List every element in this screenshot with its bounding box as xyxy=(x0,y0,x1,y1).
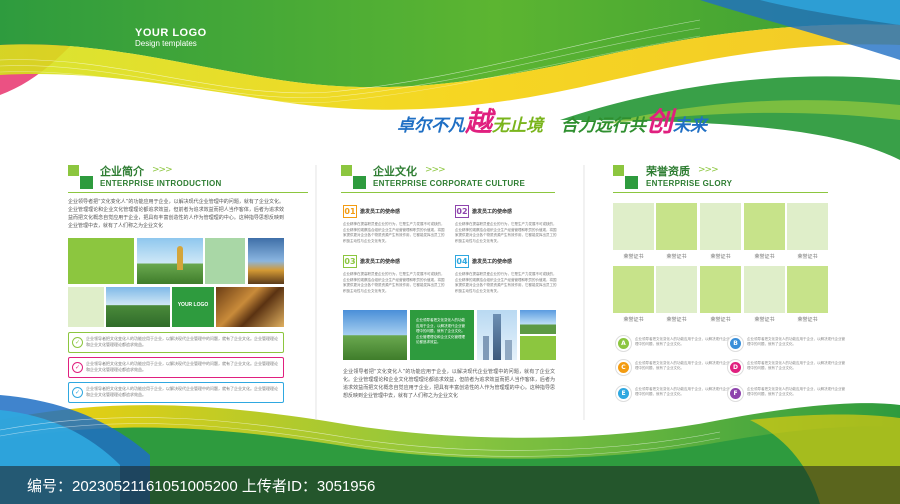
number-badge: 02 xyxy=(455,205,469,218)
logo-subtitle: Design templates xyxy=(135,39,197,48)
certificate-label: 荣誉证书 xyxy=(754,317,775,323)
section1-title: 企业简介 xyxy=(100,165,144,178)
certificate-placeholder xyxy=(744,266,785,313)
letter-badge-d: D xyxy=(730,362,741,373)
certificate-placeholder xyxy=(700,266,741,313)
feature-text: 企业领导者把文化变化人的功能应用于企业，以解决现代企业管理中的问题，就有了企业文… xyxy=(635,361,733,370)
certificate-label: 荣誉证书 xyxy=(666,317,687,323)
number-badge: 04 xyxy=(455,255,469,268)
item-title: 激发员工的使命感 xyxy=(472,209,513,215)
number-badge: 01 xyxy=(343,205,357,218)
photo-tower xyxy=(477,310,517,360)
row-text: 企业领导者把文化变化人的功能应用于企业，以解决现代企业管理中的问题，就有了企业文… xyxy=(86,386,278,397)
slogan-big1: 越 xyxy=(465,107,492,138)
section3-title: 荣誉资质 xyxy=(646,165,690,178)
slogan: 卓尔不凡越无止境 合力远行共创未来 xyxy=(397,100,707,139)
certificate-label: 荣誉证书 xyxy=(754,254,775,260)
title-square-light xyxy=(341,165,352,176)
letter-badge-b: B xyxy=(730,338,741,349)
slogan-part4: 未来 xyxy=(672,116,707,136)
footer-text: 编号：20230521161051005200 上传者ID：3051956 xyxy=(27,478,376,495)
item-text: 企业精神在提高职员爱企业的行为，它是生产力发展不可或缺的，企业精神的观察结合组织… xyxy=(455,272,557,293)
certificate-label: 荣誉证书 xyxy=(797,317,818,323)
certificate-placeholder xyxy=(787,266,828,313)
item-text: 企业精神在提高职员爱企业的行为，它是生产力发展不可或缺的，企业精神的观察结合组织… xyxy=(343,222,445,243)
certificate-label: 荣誉证书 xyxy=(797,254,818,260)
list-item: ✓ 企业领导者把文化变化人的功能应用于企业，以解决现代企业管理中的问题，就有了企… xyxy=(68,332,284,353)
green-block-small xyxy=(520,336,556,360)
certificate-label: 荣誉证书 xyxy=(623,254,644,260)
title-square-dark xyxy=(80,176,93,189)
photo-campus xyxy=(106,287,170,327)
photo-field xyxy=(343,310,407,360)
section3-subtitle: ENTERPRISE GLORY xyxy=(646,179,733,188)
slogan-big2: 创 xyxy=(645,107,673,138)
section2-title: 企业文化 xyxy=(373,165,417,178)
chevron-icon: >>> xyxy=(425,165,446,175)
certificate-label: 荣誉证书 xyxy=(666,254,687,260)
check-icon: ✓ xyxy=(72,362,83,373)
photo-library xyxy=(216,287,284,327)
wave-background xyxy=(0,0,900,504)
certificate-placeholder xyxy=(787,203,828,250)
letter-badge-f: F xyxy=(730,388,741,399)
logo-title: YOUR LOGO xyxy=(135,27,207,39)
slogan-part1: 卓尔不凡 xyxy=(397,116,465,136)
section2-paragraph: 企业领导者把“文化变化人”的功能应用于企业，以解决现代企业管理中的问题，就有了企… xyxy=(343,369,555,399)
photo-city xyxy=(248,238,284,284)
title-square-light xyxy=(613,165,624,176)
certificate-placeholder xyxy=(744,203,785,250)
list-item: ✓ 企业领导者把文化变化人的功能应用于企业，以解决现代企业管理中的问题，就有了企… xyxy=(68,357,284,378)
chevron-icon: >>> xyxy=(698,165,719,175)
item-text: 企业精神在提高职员爱企业的行为，它是生产力发展不可或缺的，企业精神的观察结合组织… xyxy=(343,272,445,293)
row-text: 企业领导者把文化变化人的功能应用于企业，以解决现代企业管理中的问题，就有了企业文… xyxy=(86,361,278,372)
culture-green-box: 企业领导者把文化变化人的功能应用于企业，以解决现代企业管理中的问题，就有了企业文… xyxy=(410,310,474,360)
green-block xyxy=(68,238,134,284)
check-icon: ✓ xyxy=(72,337,83,348)
light-block-2 xyxy=(68,287,104,327)
letter-badge-c: C xyxy=(618,362,629,373)
slogan-part2: 无止境 xyxy=(492,116,543,136)
item-title: 激发员工的使命感 xyxy=(360,259,401,265)
feature-text: 企业领导者把文化变化人的功能应用于企业，以解决现代企业管理中的问题，就有了企业文… xyxy=(747,387,845,396)
certificate-label: 荣誉证书 xyxy=(623,317,644,323)
list-item: ✓ 企业领导者把文化变化人的功能应用于企业，以解决现代企业管理中的问题，就有了企… xyxy=(68,382,284,403)
section1-paragraph: 企业领导者把“文化变化人”的功能应用于企业，以解决现代企业管理中的问题，就有了企… xyxy=(68,199,284,229)
title-square-light xyxy=(68,165,79,176)
certificate-placeholder xyxy=(700,203,741,250)
promo-logo: YOUR LOGO xyxy=(177,302,209,308)
letter-badge-a: A xyxy=(618,338,629,349)
certificate-placeholder xyxy=(613,203,654,250)
item-title: 激发员工的使命感 xyxy=(472,259,513,265)
photo-sky xyxy=(520,310,556,334)
photo-buddha xyxy=(137,238,203,284)
title-square-dark xyxy=(353,176,366,189)
feature-text: 企业领导者把文化变化人的功能应用于企业，以解决现代企业管理中的问题，就有了企业文… xyxy=(747,337,845,346)
certificate-label: 荣誉证书 xyxy=(710,317,731,323)
chevron-icon: >>> xyxy=(152,165,173,175)
certificate-placeholder xyxy=(656,266,697,313)
check-icon: ✓ xyxy=(72,387,83,398)
divider xyxy=(341,192,555,193)
divider xyxy=(68,192,308,193)
title-square-dark xyxy=(625,176,638,189)
item-title: 激发员工的使命感 xyxy=(360,209,401,215)
section1-subtitle: ENTERPRISE INTRODUCTION xyxy=(100,179,222,188)
feature-text: 企业领导者把文化变化人的功能应用于企业，以解决现代企业管理中的问题，就有了企业文… xyxy=(635,387,733,396)
item-text: 企业精神在提高职员爱企业的行为，它是生产力发展不可或缺的，企业精神的观察结合组织… xyxy=(455,222,557,243)
section2-subtitle: ENTERPRISE CORPORATE CULTURE xyxy=(373,179,526,188)
letter-badge-e: E xyxy=(618,388,629,399)
certificate-placeholder xyxy=(613,266,654,313)
row-text: 企业领导者把文化变化人的功能应用于企业，以解决现代企业管理中的问题，就有了企业文… xyxy=(86,336,278,347)
divider xyxy=(613,192,828,193)
feature-text: 企业领导者把文化变化人的功能应用于企业，以解决现代企业管理中的问题，就有了企业文… xyxy=(635,337,733,346)
slogan-part3: 合力远行共 xyxy=(560,116,646,136)
light-block xyxy=(205,238,245,284)
box-text: 企业领导者把文化变化人的功能应用于企业，以解决现代企业管理中的问题，就有了企业文… xyxy=(416,318,465,344)
certificate-placeholder xyxy=(656,203,697,250)
feature-text: 企业领导者把文化变化人的功能应用于企业，以解决现代企业管理中的问题，就有了企业文… xyxy=(747,361,845,370)
certificate-label: 荣誉证书 xyxy=(710,254,731,260)
promo-block: YOUR LOGO xyxy=(172,287,214,327)
number-badge: 03 xyxy=(343,255,357,268)
